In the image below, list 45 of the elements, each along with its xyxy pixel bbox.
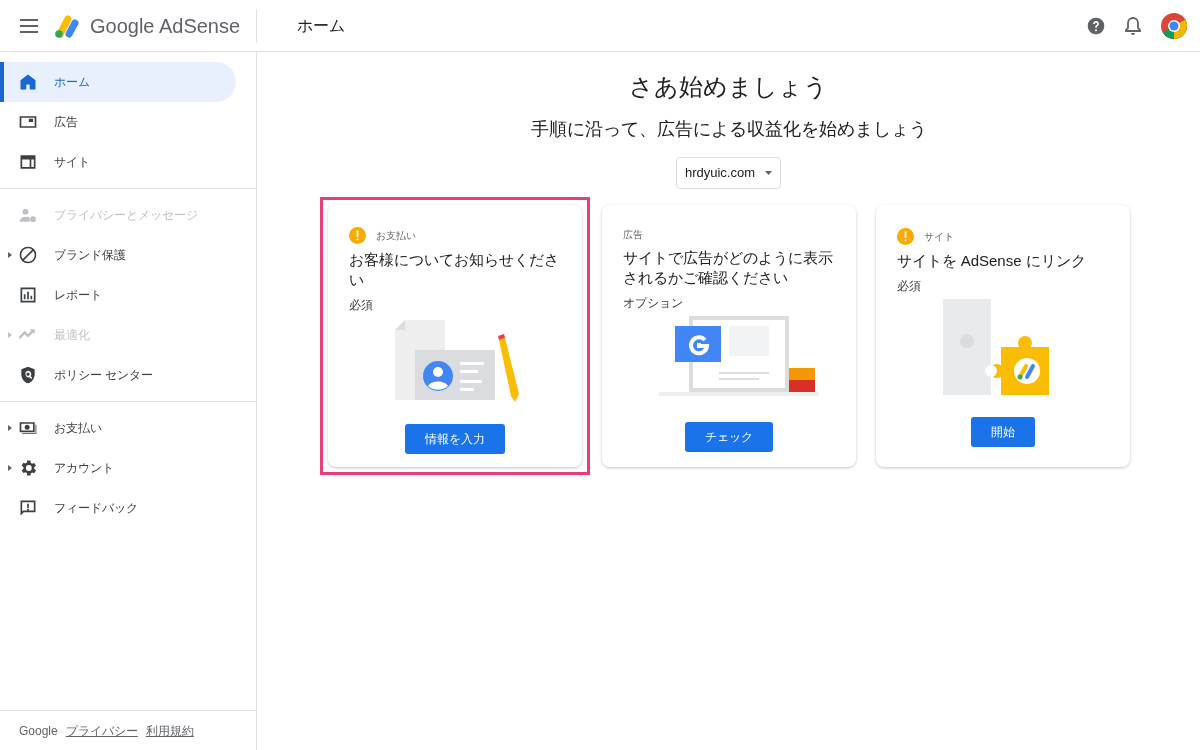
page-title: ホーム	[297, 15, 345, 36]
feedback-icon	[18, 498, 38, 518]
expand-caret-icon[interactable]	[8, 465, 12, 471]
notification-bell-icon[interactable]	[1124, 15, 1142, 36]
home-icon	[18, 72, 38, 92]
warning-icon	[896, 227, 914, 245]
warning-icon	[348, 227, 366, 244]
card-title: サイトを AdSense にリンク	[896, 251, 1087, 271]
site-dropdown[interactable]: hrdyuic.com	[675, 157, 782, 189]
card-title: お客様についてお知らせください	[348, 250, 560, 290]
page-heading: さあ始めましょう	[629, 72, 828, 102]
logo-icon	[54, 12, 82, 39]
site-layout-icon	[18, 152, 38, 172]
product-name: Google AdSense	[90, 13, 241, 39]
caret-icon	[765, 171, 773, 175]
card-action-button[interactable]: 情報を入力	[404, 424, 505, 454]
card-action-button[interactable]: チェック	[684, 422, 773, 452]
footer-link[interactable]: プライバシー	[65, 721, 138, 740]
card-category: お支払い	[375, 229, 416, 243]
card-action-button[interactable]: 開始	[970, 417, 1035, 447]
page-subtitle: 手順に沿って、広告による収益化を始めましょう	[530, 118, 927, 141]
footer-brand: Google	[19, 722, 58, 740]
nav-item[interactable]: ポリシー センター	[0, 355, 236, 395]
shield-search-icon	[18, 365, 38, 385]
nav-item[interactable]: お支払い	[0, 408, 236, 448]
expand-caret-icon[interactable]	[8, 425, 12, 431]
nav-item[interactable]: レポート	[0, 275, 236, 315]
nav-item[interactable]: 広告	[0, 102, 236, 142]
expand-caret-icon[interactable]	[8, 252, 12, 258]
card-status: 必須	[896, 278, 922, 295]
help-icon[interactable]	[1086, 15, 1106, 36]
nav-item[interactable]: アカウント	[0, 448, 236, 488]
nav-item[interactable]: フィードバック	[0, 488, 236, 528]
card-category: サイト	[923, 229, 954, 244]
nav-item[interactable]: サイト	[0, 142, 236, 182]
bar-chart-icon	[18, 285, 38, 305]
card-status: 必須	[348, 297, 374, 314]
card-title: サイトで広告がどのように表示されるかご確認ください	[622, 248, 834, 288]
footer-link[interactable]: 利用規約	[145, 721, 194, 740]
card-status: オプション	[622, 295, 684, 312]
nav-item[interactable]: ブランド保護	[0, 235, 236, 275]
card-category: 広告	[622, 228, 643, 242]
block-icon	[18, 245, 38, 265]
account-avatar-icon[interactable]	[1160, 11, 1188, 40]
menu-icon[interactable]	[20, 18, 38, 33]
